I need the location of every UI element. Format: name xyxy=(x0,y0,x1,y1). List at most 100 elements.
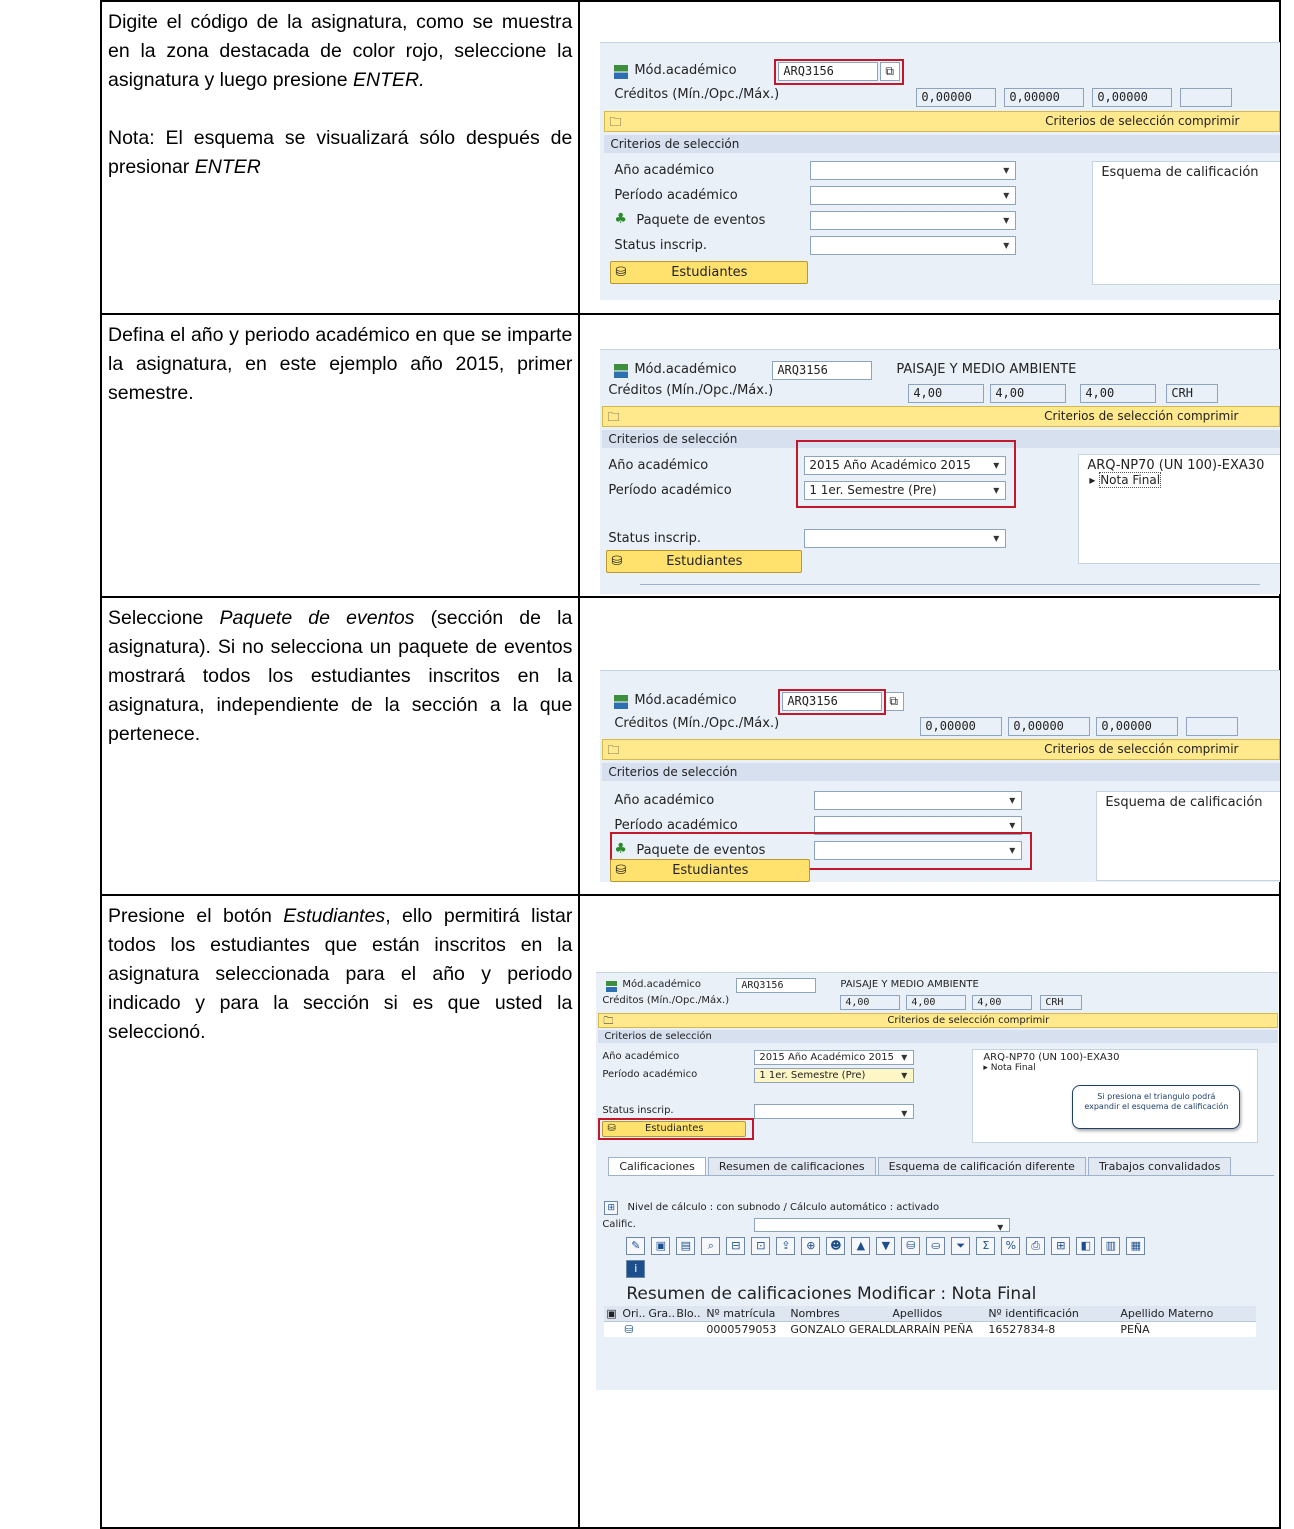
details-icon[interactable]: ▤ xyxy=(676,1237,696,1255)
columns-icon[interactable]: ▥ xyxy=(1101,1237,1121,1255)
find-icon[interactable]: ⌕ xyxy=(701,1237,721,1255)
folder-icon: 🗀 xyxy=(603,1016,614,1027)
anio-dropdown[interactable]: 2015 Año Académico 2015 xyxy=(754,1050,915,1065)
sum-icon[interactable]: Σ xyxy=(976,1237,996,1255)
instruction-text-2: Defina el año y periodo académico en que… xyxy=(99,313,581,598)
print-icon[interactable]: ⎙ xyxy=(1026,1237,1046,1255)
emphasis-text: ENTER xyxy=(194,156,261,178)
binoculars-icon: ⛁ xyxy=(615,265,627,280)
folder-icon: 🗀 xyxy=(609,115,622,129)
table-row[interactable]: ⛁ 0000579053 GONZALO GERALD LARRAÍN PEÑA… xyxy=(604,1322,1257,1337)
tab-resumen[interactable]: Resumen de calificaciones xyxy=(707,1157,876,1175)
periodo-dropdown[interactable] xyxy=(810,186,1017,205)
tab-calificaciones[interactable]: Calificaciones xyxy=(608,1157,706,1175)
nivel-text-row: ⊞ Nivel de cálculo : con subnodo / Cálcu… xyxy=(604,1201,939,1215)
estudiantes-button[interactable]: ⛁ Estudiantes xyxy=(610,859,811,882)
lock-icon[interactable]: ⊟ xyxy=(726,1237,746,1255)
copy-icon[interactable]: ⧉ xyxy=(884,692,905,711)
grid-title: Resumen de calificaciones Modificar : No… xyxy=(626,1284,1037,1304)
cell-apellido-materno: PEÑA xyxy=(1120,1323,1150,1336)
module-icon xyxy=(614,695,629,709)
user-icon[interactable]: ☻ xyxy=(826,1237,846,1255)
module-icon xyxy=(606,981,618,992)
course-name: PAISAJE Y MEDIO AMBIENTE xyxy=(896,362,1077,377)
tab-trabajos[interactable]: Trabajos convalidados xyxy=(1087,1157,1232,1175)
estudiantes-label: Estudiantes xyxy=(672,863,749,878)
nota-final-node[interactable]: ▸ Nota Final xyxy=(983,1063,1247,1073)
sap-panel-2: Mód.académico ARQ3156 PAISAJE Y MEDIO AM… xyxy=(600,349,1281,594)
instruction-paragraph: Seleccione Paquete de eventos (sección d… xyxy=(108,607,573,745)
tab-strip-edge xyxy=(640,584,1261,594)
criterios-comprimir-bar[interactable]: 🗀 Criterios de selección comprimir xyxy=(604,111,1281,132)
expand-triangle-icon[interactable]: ▸ xyxy=(983,1063,988,1073)
estudiantes-button[interactable]: ⛁ Estudiantes xyxy=(606,550,803,573)
creditos-label: Créditos (Mín./Opc./Máx.) xyxy=(602,995,730,1006)
anio-label: Año académico xyxy=(602,1051,680,1062)
calc-icon[interactable]: ⊞ xyxy=(604,1201,619,1215)
periodo-label: Período académico xyxy=(608,483,732,498)
export-icon[interactable]: ⇪ xyxy=(776,1237,796,1255)
status-label: Status inscrip. xyxy=(614,238,707,253)
highlight-box xyxy=(778,689,887,715)
tree-icon: ♣ xyxy=(614,211,627,227)
mod-input[interactable]: ARQ3156 xyxy=(736,978,817,993)
chart-icon[interactable]: ▦ xyxy=(1126,1237,1146,1255)
unlock-icon[interactable]: ⊡ xyxy=(751,1237,771,1255)
view-icon[interactable]: ◧ xyxy=(1076,1237,1096,1255)
emphasis-text: Paquete de eventos xyxy=(219,607,415,629)
esquema-label: Esquema de calificación xyxy=(1101,165,1259,180)
paquete-dropdown[interactable] xyxy=(810,211,1017,230)
nota-final-node[interactable]: ▸ Nota Final xyxy=(1089,472,1273,488)
instruction-text-1: Digite el código de la asignatura, como … xyxy=(99,0,581,315)
criterios-comprimir-bar[interactable]: 🗀 Criterios de selección comprimir xyxy=(598,1013,1279,1028)
credit-unit xyxy=(1186,717,1239,736)
mod-label: Mód.académico xyxy=(634,362,737,377)
col-identificacion: Nº identificación xyxy=(988,1307,1079,1320)
credit-unit: CRH xyxy=(1166,384,1219,403)
cell-apellidos: LARRAÍN PEÑA xyxy=(892,1323,973,1336)
credit-unit xyxy=(1180,88,1233,107)
binoculars-icon: ⛁ xyxy=(611,554,623,569)
layout-icon[interactable]: ⊞ xyxy=(1051,1237,1071,1255)
status-dropdown[interactable] xyxy=(810,236,1017,255)
tab-strip: Calificaciones Resumen de calificaciones E… xyxy=(608,1157,1275,1176)
percent-icon[interactable]: % xyxy=(1001,1237,1021,1255)
mod-input[interactable]: ARQ3156 xyxy=(772,361,873,380)
periodo-dropdown[interactable]: 1 1er. Semestre (Pre) xyxy=(754,1068,915,1083)
calific-label: Calific. xyxy=(602,1219,636,1230)
criterios-comprimir-bar[interactable]: 🗀 Criterios de selección comprimir xyxy=(602,406,1281,427)
search-next-icon[interactable]: ⛀ xyxy=(926,1237,946,1255)
filter-icon[interactable]: ▼ xyxy=(876,1237,896,1255)
estudiantes-button[interactable]: ⛁ Estudiantes xyxy=(610,261,809,284)
sort-asc-icon[interactable]: ▲ xyxy=(851,1237,871,1255)
save-icon[interactable]: ▣ xyxy=(651,1237,671,1255)
tab-esquema-diferente[interactable]: Esquema de calificación diferente xyxy=(877,1157,1086,1175)
insert-icon[interactable]: ⊕ xyxy=(801,1237,821,1255)
credit-opc: 0,00000 xyxy=(1008,717,1091,736)
anio-dropdown[interactable] xyxy=(814,791,1023,810)
credit-min: 0,00000 xyxy=(916,88,997,107)
anio-dropdown[interactable] xyxy=(810,161,1017,180)
info-icon[interactable]: i xyxy=(626,1260,646,1278)
module-icon xyxy=(614,364,629,378)
funnel-icon[interactable]: ⏷ xyxy=(951,1237,971,1255)
highlight-box xyxy=(796,440,1017,508)
screenshot-cell-4: Mód.académico ARQ3156 PAISAJE Y MEDIO AM… xyxy=(578,894,1281,1529)
status-dropdown[interactable] xyxy=(804,529,1007,548)
credit-max: 0,00000 xyxy=(1096,717,1179,736)
col-blo: Blo.. xyxy=(676,1307,701,1320)
estudiantes-label: Estudiantes xyxy=(666,554,743,569)
expand-triangle-icon[interactable]: ▸ xyxy=(1089,473,1095,487)
folder-icon: 🗀 xyxy=(607,410,620,424)
edit-icon[interactable]: ✎ xyxy=(626,1237,646,1255)
search-icon[interactable]: ⛁ xyxy=(901,1237,921,1255)
status-dropdown[interactable] xyxy=(754,1104,915,1122)
credit-max: 0,00000 xyxy=(1092,88,1173,107)
criterios-comprimir-bar[interactable]: 🗀 Criterios de selección comprimir xyxy=(602,739,1281,760)
credit-max: 4,00 xyxy=(972,995,1033,1010)
instruction-paragraph: Presione el botón Estudiantes, ello perm… xyxy=(108,905,573,1043)
select-all-icon[interactable]: ▣ xyxy=(606,1306,616,1322)
calific-dropdown[interactable] xyxy=(754,1218,1011,1236)
estudiantes-label: Estudiantes xyxy=(671,265,748,280)
